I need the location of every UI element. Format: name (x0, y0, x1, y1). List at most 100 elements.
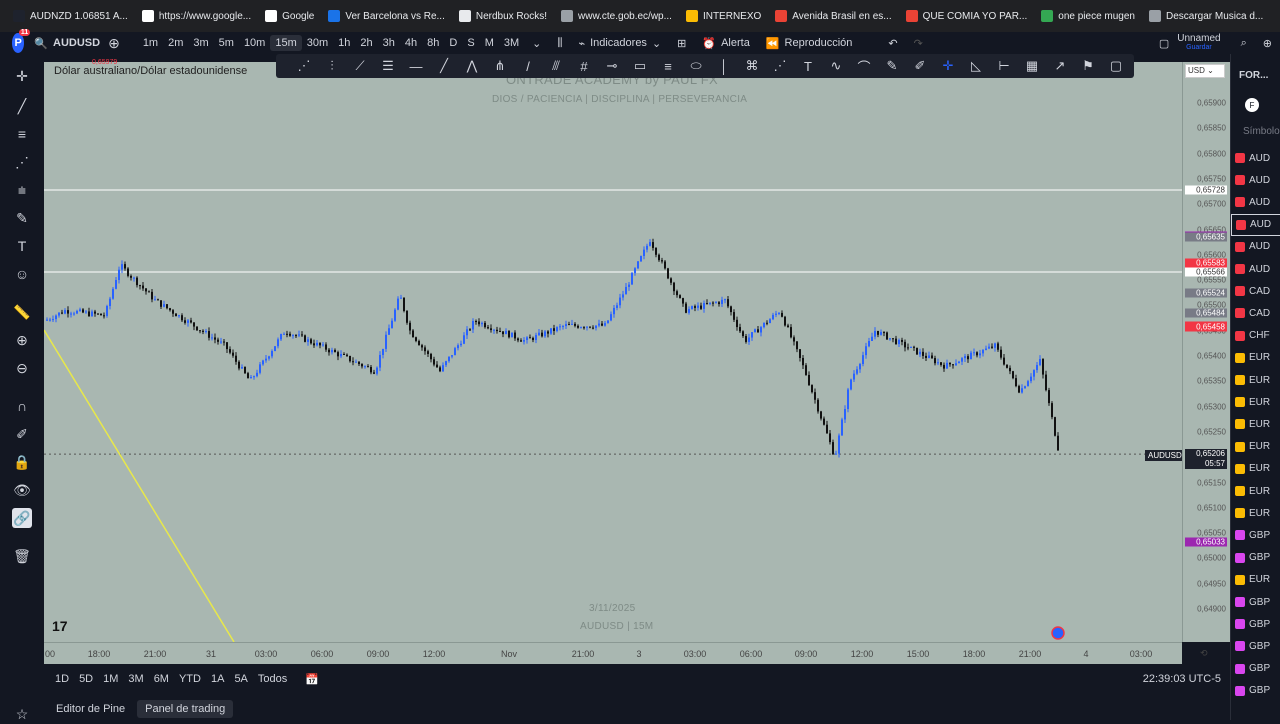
layout-name[interactable]: Unnamed Guardar (1177, 34, 1220, 52)
watchlist-row[interactable]: AUD (1231, 258, 1280, 280)
bookmark-item[interactable]: INTERNEXO (679, 10, 768, 22)
chevron-down-icon[interactable]: ⌄ (524, 37, 549, 50)
clock[interactable]: 22:39:03 UTC-5 (1138, 673, 1226, 685)
watchlist-row[interactable]: CAD (1231, 280, 1280, 302)
hline-tool-icon[interactable]: ⊸ (600, 58, 624, 74)
watchlist-row[interactable]: CHF (1231, 325, 1280, 347)
watchlist-row[interactable]: CAD (1231, 302, 1280, 324)
alert-button[interactable]: ⏰ Alerta (694, 37, 757, 50)
timeframe-option[interactable]: D (444, 35, 462, 51)
pattern-icon[interactable]: ⋰ (12, 152, 32, 172)
watchlist-row[interactable]: EUR (1231, 569, 1280, 591)
horizontal-lines-icon[interactable]: ≡ (12, 124, 32, 144)
watchlist-row[interactable]: EUR (1231, 502, 1280, 524)
watchlist-row[interactable]: GBP (1231, 680, 1280, 702)
highlighter-icon[interactable]: ✐ (908, 58, 932, 74)
signpost-icon[interactable]: ⚑ (1076, 58, 1100, 74)
watchlist-row[interactable]: AUD (1231, 191, 1280, 213)
line-tool-icon[interactable]: / (516, 59, 540, 74)
candle-type-icon[interactable]: ⫼ (549, 37, 570, 50)
reset-icon[interactable]: ⟲ (1200, 648, 1208, 659)
rectangle-icon[interactable]: ▭ (628, 58, 652, 74)
bookmark-item[interactable]: https://www.google... (135, 10, 258, 22)
bookmark-item[interactable]: Descargar Musica d... (1142, 10, 1270, 22)
watchlist-row[interactable]: EUR (1231, 436, 1280, 458)
pencil-lock-icon[interactable]: ✐ (12, 424, 32, 444)
fib-fan-icon[interactable]: ⫻ (544, 58, 568, 74)
text-tool-icon[interactable]: T (796, 59, 820, 74)
range-option[interactable]: 1A (206, 673, 229, 685)
ruler-icon[interactable]: 📏 (12, 302, 32, 322)
add-icon[interactable]: ⊕ (1255, 37, 1280, 50)
bookmark-item[interactable]: Avenida Brasil en es... (768, 10, 898, 22)
timeframe-option[interactable]: 2m (163, 35, 188, 51)
link-icon[interactable]: 🔗 (12, 508, 32, 528)
range-option[interactable]: YTD (174, 673, 206, 685)
watchlist-row[interactable]: GBP (1231, 613, 1280, 635)
watchlist-row[interactable]: EUR (1231, 458, 1280, 480)
timeframe-option[interactable]: 2h (355, 35, 377, 51)
watchlist-row[interactable]: AUD (1231, 213, 1280, 236)
timeframe-option[interactable]: 30m (302, 35, 333, 51)
timeframe-option[interactable]: 15m (270, 35, 302, 51)
watchlist-row[interactable]: AUD (1231, 236, 1280, 258)
watchlist-row[interactable]: GBP (1231, 547, 1280, 569)
ellipse-icon[interactable]: ⬭ (684, 58, 708, 74)
watchlist-row[interactable]: EUR (1231, 391, 1280, 413)
comment-icon[interactable]: ▢ (1104, 58, 1128, 74)
range-option[interactable]: 1D (50, 673, 74, 685)
curve-icon[interactable]: ⌒ (852, 57, 876, 76)
add-symbol-icon[interactable]: ⊕ (100, 35, 128, 52)
bookmark-item[interactable]: Google (258, 10, 321, 22)
fib-retracement-icon[interactable]: ≡ (656, 59, 680, 74)
chart-pane[interactable]: ONTRADE ACADEMY by PAUL FX DIOS / PACIEN… (44, 62, 1182, 642)
bottom-tab[interactable]: Editor de Pine (48, 700, 133, 718)
emoji-icon[interactable]: ☺ (12, 264, 32, 284)
range-option[interactable]: 1M (98, 673, 123, 685)
redo-icon[interactable]: ↷ (906, 37, 931, 50)
timeframe-option[interactable]: 8h (422, 35, 444, 51)
eye-icon[interactable]: 👁 (12, 480, 32, 500)
arrow-marker-icon[interactable]: ↗ (1048, 58, 1072, 74)
ray-icon[interactable]: ⟋ (348, 58, 372, 74)
timeframe-option[interactable]: 1m (138, 35, 163, 51)
watchlist-row[interactable]: GBP (1231, 658, 1280, 680)
triangle-icon[interactable]: ◺ (964, 58, 988, 74)
fib-channel-icon[interactable]: ☰ (376, 58, 400, 74)
undo-icon[interactable]: ↶ (880, 37, 905, 50)
watchlist-row[interactable]: GBP (1231, 635, 1280, 657)
range-option[interactable]: 6M (149, 673, 174, 685)
templates-icon[interactable]: ⊞ (669, 37, 694, 50)
trash-icon[interactable]: 🗑 (12, 546, 32, 566)
watchlist-row[interactable]: GBP (1231, 591, 1280, 613)
watchlist-row[interactable]: EUR (1231, 347, 1280, 369)
range-option[interactable]: Todos (253, 673, 292, 685)
watchlist-row[interactable]: EUR (1231, 480, 1280, 502)
timeframe-option[interactable]: M (480, 35, 499, 51)
horizontal-line-icon[interactable]: — (404, 59, 428, 74)
watchlist-row[interactable]: AUD (1231, 169, 1280, 191)
magnet-icon[interactable]: ∩ (12, 396, 32, 416)
bookmark-item[interactable]: one piece mugen (1034, 10, 1142, 22)
layout-icon[interactable]: ▢ (1151, 37, 1177, 50)
bookmark-item[interactable]: Ver Barcelona vs Re... (321, 10, 452, 22)
fib-icon[interactable]: ⩧ (12, 180, 32, 200)
grid-tool-icon[interactable]: # (572, 59, 596, 74)
zoom-out-icon[interactable]: ⊖ (12, 358, 32, 378)
timeframe-option[interactable]: 3m (188, 35, 213, 51)
star-icon[interactable]: ☆ (12, 704, 32, 724)
crosshair-tool-icon[interactable]: ✛ (936, 58, 960, 74)
bookmark-item[interactable]: AUDNZD 1.06851 A... (6, 10, 135, 22)
watchlist-row[interactable]: GBP (1231, 524, 1280, 546)
range-option[interactable]: 3M (123, 673, 148, 685)
watchlist-filter-icon[interactable]: F (1245, 98, 1259, 112)
replay-button[interactable]: ⏪ Reproducción (758, 37, 861, 50)
symbol-legend[interactable]: Dólar australiano/Dólar estadounidense (50, 64, 252, 78)
search-icon[interactable]: ⌕ (1233, 37, 1255, 50)
table-icon[interactable]: ▦ (1020, 58, 1044, 74)
watchlist-row[interactable]: EUR (1231, 369, 1280, 391)
brush-icon[interactable]: ✎ (12, 208, 32, 228)
currency-select[interactable]: USD ⌄ (1185, 64, 1225, 78)
price-label-icon[interactable]: ⌘ (740, 58, 764, 74)
watchlist-row[interactable]: AUD (1231, 147, 1280, 169)
